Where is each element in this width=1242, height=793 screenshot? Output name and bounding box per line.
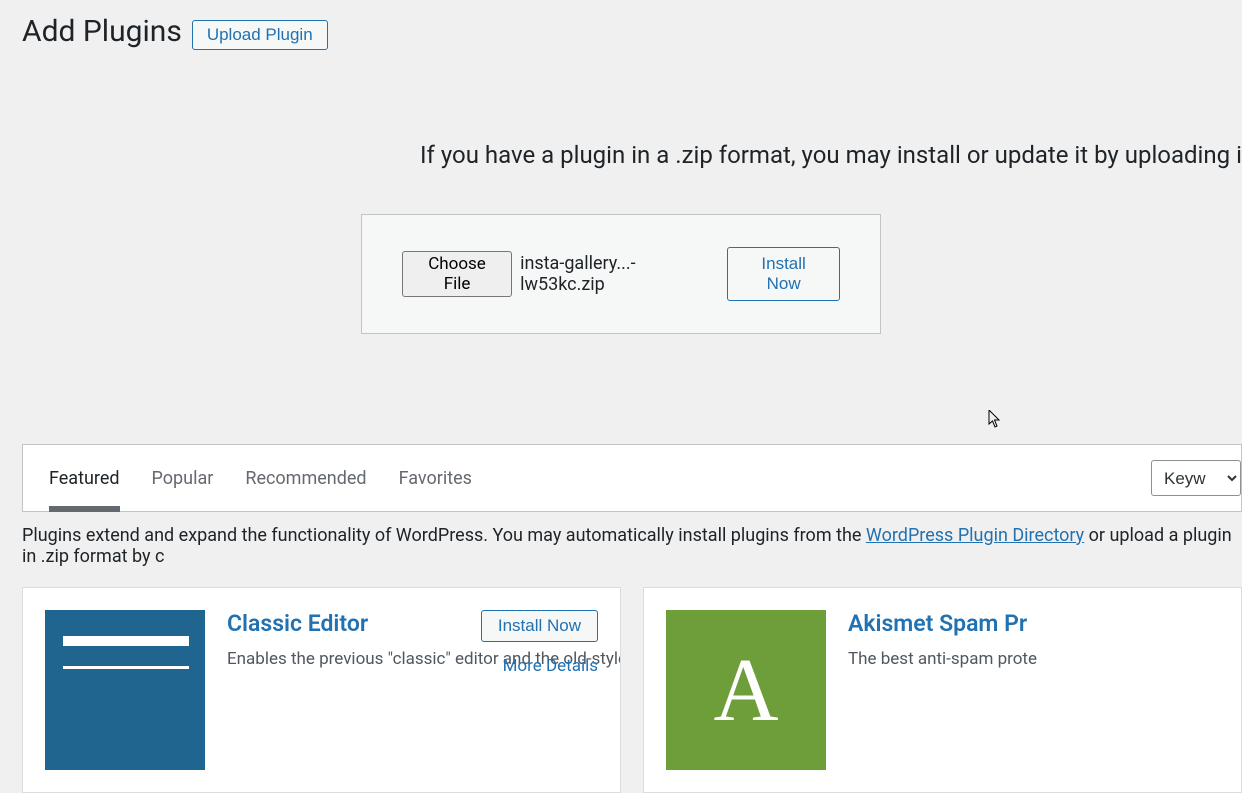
plugin-card-actions: Install Now More Details xyxy=(481,610,598,676)
intro-prefix: Plugins extend and expand the functional… xyxy=(22,525,866,546)
plugin-card-classic-editor: Classic Editor Enables the previous "cla… xyxy=(22,587,621,793)
plugin-description: The best anti-spam prote xyxy=(848,649,1219,669)
tab-favorites[interactable]: Favorites xyxy=(399,445,472,511)
plugin-card-akismet: A Akismet Spam Pr The best anti-spam pro… xyxy=(643,587,1242,793)
classic-editor-icon xyxy=(45,610,205,770)
upload-plugin-button[interactable]: Upload Plugin xyxy=(192,20,328,50)
upload-form: Choose File insta-gallery...-lw53kc.zip … xyxy=(361,214,881,334)
filter-tabs-bar: Featured Popular Recommended Favorites K… xyxy=(22,444,1242,512)
page-title: Add Plugins xyxy=(22,12,182,51)
upload-instructions: If you have a plugin in a .zip format, y… xyxy=(0,141,1242,169)
plugin-title-link[interactable]: Akismet Spam Pr xyxy=(848,610,1219,637)
search-type-select[interactable]: Keyw xyxy=(1151,460,1241,496)
choose-file-button[interactable]: Choose File xyxy=(402,251,512,297)
filter-tabs: Featured Popular Recommended Favorites xyxy=(49,445,472,511)
plugin-title-link[interactable]: Classic Editor xyxy=(227,610,459,637)
page-header: Add Plugins Upload Plugin xyxy=(0,0,1242,51)
plugin-description: Enables the previous "classic" editor an… xyxy=(227,649,459,669)
tab-popular[interactable]: Popular xyxy=(152,445,214,511)
install-now-button[interactable]: Install Now xyxy=(727,247,840,301)
plugins-intro: Plugins extend and expand the functional… xyxy=(0,512,1242,567)
file-input-wrap: Choose File insta-gallery...-lw53kc.zip xyxy=(402,251,719,297)
tab-featured[interactable]: Featured xyxy=(49,445,120,511)
more-details-link[interactable]: More Details xyxy=(503,656,598,676)
install-now-button[interactable]: Install Now xyxy=(481,610,598,642)
akismet-icon: A xyxy=(666,610,826,770)
selected-file-name: insta-gallery...-lw53kc.zip xyxy=(520,253,719,295)
mouse-cursor-icon xyxy=(988,410,1002,428)
tab-recommended[interactable]: Recommended xyxy=(245,445,366,511)
plugin-cards: Classic Editor Enables the previous "cla… xyxy=(0,567,1242,793)
plugin-directory-link[interactable]: WordPress Plugin Directory xyxy=(866,525,1084,546)
